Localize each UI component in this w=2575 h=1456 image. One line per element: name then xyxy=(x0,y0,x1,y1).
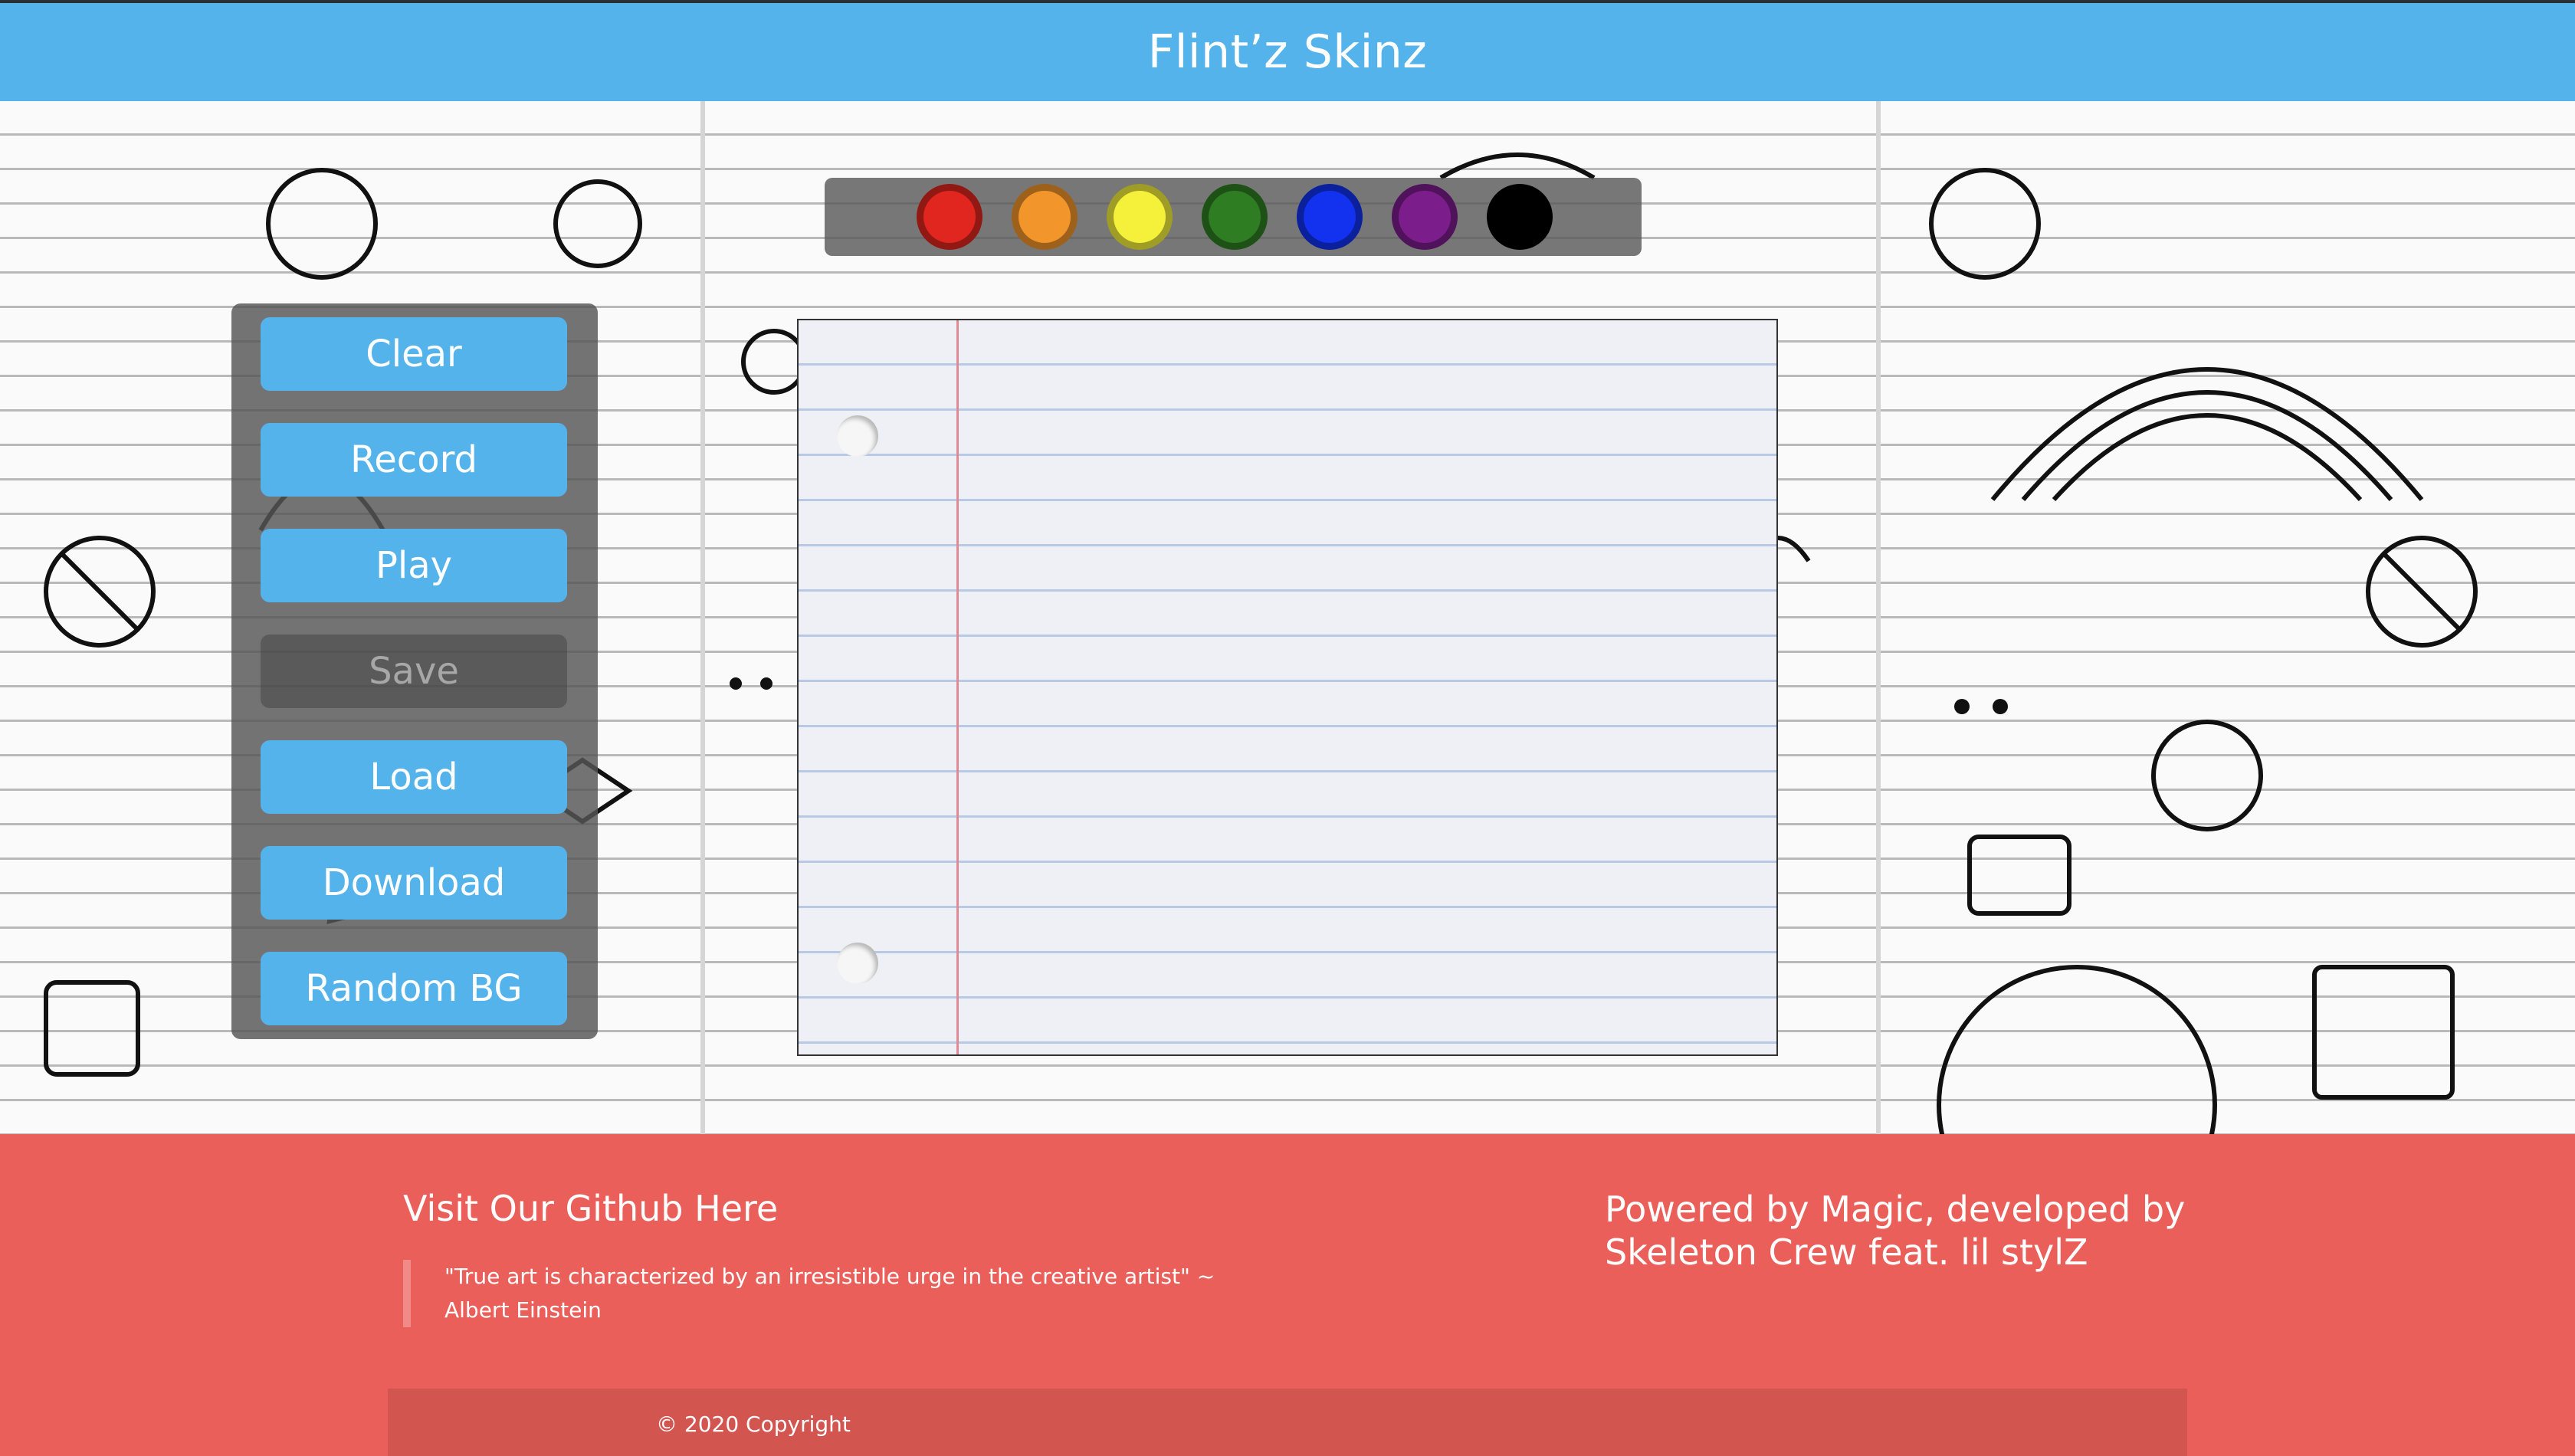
download-button[interactable]: Download xyxy=(261,846,567,920)
clear-button[interactable]: Clear xyxy=(261,317,567,391)
header-bar: Flint’z Skinz xyxy=(0,0,2575,101)
color-swatch-yellow[interactable] xyxy=(1107,184,1173,250)
record-button[interactable]: Record xyxy=(261,423,567,497)
copyright-bar: © 2020 Copyright xyxy=(388,1389,2187,1456)
app-title: Flint’z Skinz xyxy=(1147,25,1428,79)
paper-hole xyxy=(837,943,878,984)
control-panel: Clear Record Play Save Load Download Ran… xyxy=(231,303,598,1039)
footer-quote: "True art is characterized by an irresis… xyxy=(403,1260,1261,1327)
paper-margin-line xyxy=(956,320,959,1054)
color-swatch-green[interactable] xyxy=(1202,184,1268,250)
color-swatch-blue[interactable] xyxy=(1297,184,1363,250)
color-palette xyxy=(825,178,1642,256)
load-button[interactable]: Load xyxy=(261,740,567,814)
github-link[interactable]: Visit Our Github Here xyxy=(403,1188,778,1229)
save-button[interactable]: Save xyxy=(261,635,567,708)
random-bg-button[interactable]: Random BG xyxy=(261,952,567,1025)
play-button[interactable]: Play xyxy=(261,529,567,602)
paper-hole xyxy=(837,415,878,457)
copyright-text: © 2020 Copyright xyxy=(656,1412,851,1437)
color-swatch-black[interactable] xyxy=(1487,184,1553,250)
footer: Visit Our Github Here "True art is chara… xyxy=(0,1134,2575,1456)
color-swatch-purple[interactable] xyxy=(1392,184,1458,250)
color-swatch-red[interactable] xyxy=(917,184,982,250)
powered-by-text: Powered by Magic, developed by Skeleton … xyxy=(1605,1189,2186,1273)
drawing-canvas[interactable] xyxy=(797,319,1778,1056)
color-swatch-orange[interactable] xyxy=(1012,184,1078,250)
